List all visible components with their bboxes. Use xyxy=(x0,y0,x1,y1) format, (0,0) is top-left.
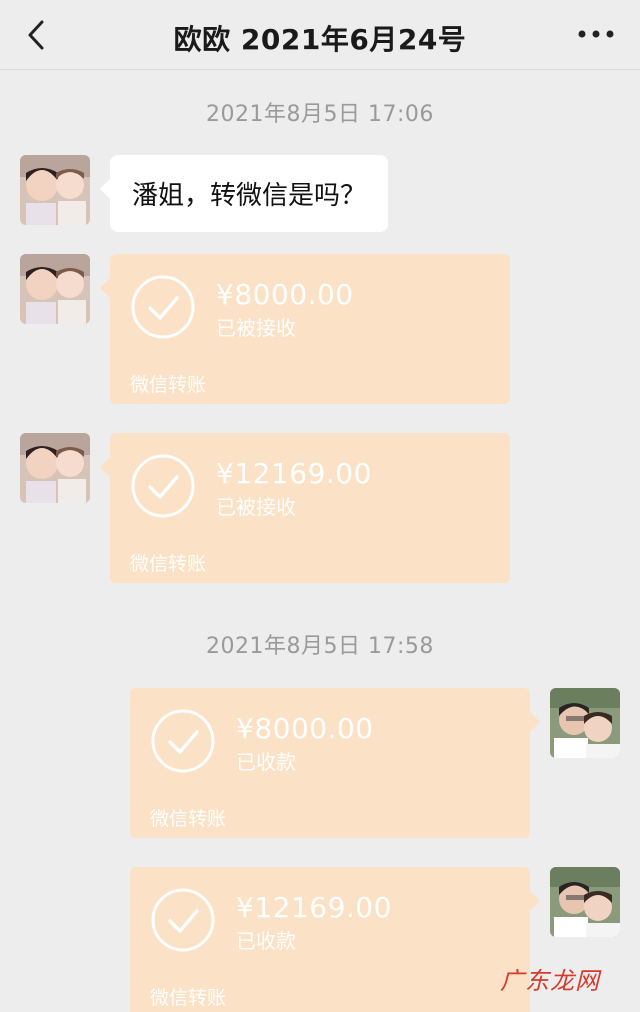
check-circle-icon xyxy=(130,453,196,519)
contact-avatar[interactable] xyxy=(20,254,90,324)
more-dots-icon xyxy=(578,30,614,38)
transfer-status: 已被接收 xyxy=(216,316,296,340)
avatar-photo xyxy=(550,867,620,937)
site-watermark: 广东龙网 xyxy=(500,967,600,995)
transfer-amount: ¥12169.00 xyxy=(216,457,372,490)
avatar-photo xyxy=(20,155,90,225)
transfer-status: 已收款 xyxy=(236,929,296,953)
transfer-card[interactable]: ¥8000.00 已收款 微信转账 xyxy=(130,688,540,838)
transfer-amount: ¥8000.00 xyxy=(216,278,354,311)
transfer-label: 微信转账 xyxy=(150,987,227,1009)
transfer-status: 已收款 xyxy=(236,750,296,774)
avatar-photo xyxy=(20,254,90,324)
check-circle-icon xyxy=(150,708,216,774)
transfer-card[interactable]: ¥12169.00 已收款 微信转账 xyxy=(130,867,540,1012)
transfer-label: 微信转账 xyxy=(130,374,207,396)
self-avatar[interactable] xyxy=(550,688,620,758)
text-message-bubble[interactable]: 潘姐，转微信是吗？ xyxy=(99,155,389,232)
contact-avatar[interactable] xyxy=(20,433,90,503)
transfer-status: 已被接收 xyxy=(216,495,296,519)
transfer-label: 微信转账 xyxy=(130,553,207,575)
contact-avatar[interactable] xyxy=(20,155,90,225)
chat-title: 欧欧 2021年6月24号 xyxy=(173,23,467,56)
message-timestamp: 2021年8月5日 17:06 xyxy=(206,102,434,127)
transfer-card[interactable]: ¥8000.00 已被接收 微信转账 xyxy=(100,254,510,404)
self-avatar[interactable] xyxy=(550,867,620,937)
transfer-label: 微信转账 xyxy=(150,808,227,830)
more-button[interactable] xyxy=(574,22,618,46)
message-timestamp: 2021年8月5日 17:58 xyxy=(206,634,434,659)
chat-screen: 欧欧 2021年6月24号 2021年8月5日 17:06 潘姐，转微信是吗？ xyxy=(0,0,640,1012)
check-circle-icon xyxy=(130,274,196,340)
avatar-photo xyxy=(20,433,90,503)
transfer-amount: ¥8000.00 xyxy=(236,712,374,745)
transfer-amount: ¥12169.00 xyxy=(236,891,392,924)
avatar-photo xyxy=(550,688,620,758)
check-circle-icon xyxy=(150,887,216,953)
chat-header: 欧欧 2021年6月24号 xyxy=(0,0,640,70)
transfer-card[interactable]: ¥12169.00 已被接收 微信转账 xyxy=(100,433,510,583)
